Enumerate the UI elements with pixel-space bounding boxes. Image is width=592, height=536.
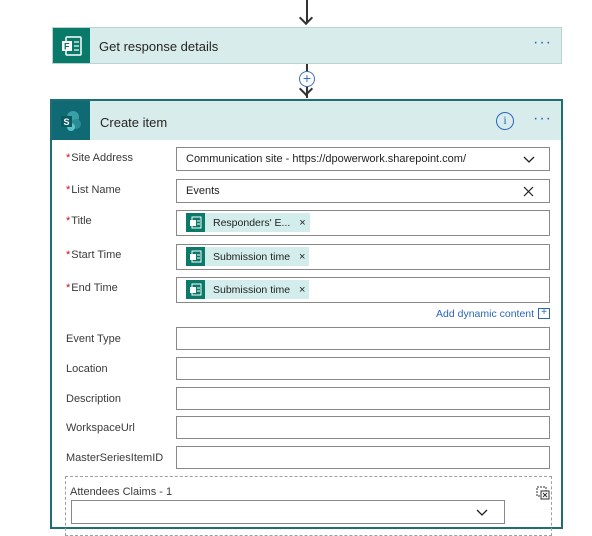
- workspace-url-label: WorkspaceUrl: [66, 422, 135, 434]
- attendees-claims-group: Attendees Claims - 1: [65, 476, 552, 536]
- token-label: Submission time: [213, 250, 291, 263]
- forms-app-icon: F: [53, 28, 90, 63]
- location-label: Location: [66, 363, 108, 375]
- event-type-label: Event Type: [66, 333, 121, 345]
- attendees-claims-label: Attendees Claims - 1: [70, 486, 173, 498]
- more-options-button[interactable]: ···: [533, 34, 552, 52]
- master-series-item-id-field[interactable]: [176, 446, 550, 469]
- end-time-label: *End Time: [66, 282, 118, 294]
- remove-token-icon[interactable]: ×: [299, 284, 305, 296]
- token-label: Submission time: [213, 283, 291, 296]
- site-address-dropdown[interactable]: Communication site - https://dpowerwork.…: [176, 147, 550, 171]
- add-dynamic-content-icon[interactable]: +: [538, 308, 550, 319]
- description-label: Description: [66, 393, 122, 405]
- start-time-label: *Start Time: [66, 249, 122, 261]
- token-label: Responders' E...: [213, 216, 291, 229]
- dynamic-token[interactable]: Submission time ×: [186, 247, 310, 266]
- remove-token-icon[interactable]: ×: [299, 217, 305, 229]
- create-item-card: S Create item i ··· *Site Address Commun…: [50, 99, 563, 536]
- list-name-field[interactable]: Events: [176, 179, 550, 203]
- remove-token-icon[interactable]: ×: [299, 251, 305, 263]
- chevron-down-icon: [523, 156, 535, 163]
- title-field[interactable]: Responders' E... ×: [176, 210, 550, 236]
- chevron-down-icon: [476, 509, 488, 516]
- attendees-claims-dropdown[interactable]: [71, 500, 505, 524]
- card-title-create-item: Create item: [100, 115, 168, 130]
- list-name-value: Events: [186, 185, 220, 197]
- description-field[interactable]: [176, 387, 550, 410]
- master-series-item-id-label: MasterSeriesItemID: [66, 452, 164, 464]
- title-label: *Title: [66, 215, 92, 227]
- dynamic-token[interactable]: Submission time ×: [186, 280, 310, 299]
- forms-token-icon: [186, 280, 205, 299]
- info-icon[interactable]: i: [496, 112, 514, 130]
- delete-item-icon[interactable]: [536, 486, 550, 500]
- end-time-field[interactable]: Submission time ×: [176, 277, 550, 303]
- clear-icon[interactable]: [523, 186, 534, 197]
- dynamic-token[interactable]: Responders' E... ×: [186, 213, 310, 232]
- workspace-url-field[interactable]: [176, 416, 550, 439]
- svg-text:S: S: [64, 117, 70, 127]
- list-name-label: *List Name: [66, 184, 121, 196]
- sharepoint-app-icon: S: [52, 101, 90, 140]
- start-time-field[interactable]: Submission time ×: [176, 244, 550, 270]
- location-field[interactable]: [176, 357, 550, 380]
- svg-text:F: F: [64, 41, 70, 51]
- site-address-value: Communication site - https://dpowerwork.…: [186, 153, 467, 165]
- forms-token-icon: [186, 247, 205, 266]
- insert-step-plus-icon[interactable]: +: [299, 71, 315, 87]
- create-item-header[interactable]: S Create item i ···: [52, 101, 561, 140]
- forms-token-icon: [186, 213, 205, 232]
- event-type-field[interactable]: [176, 327, 550, 350]
- more-options-button[interactable]: ···: [533, 110, 552, 128]
- get-response-details-card[interactable]: F Get response details ···: [52, 27, 562, 64]
- site-address-label: *Site Address: [66, 152, 134, 164]
- card-title-get-response: Get response details: [99, 39, 219, 54]
- add-dynamic-content-link[interactable]: Add dynamic content: [436, 308, 534, 320]
